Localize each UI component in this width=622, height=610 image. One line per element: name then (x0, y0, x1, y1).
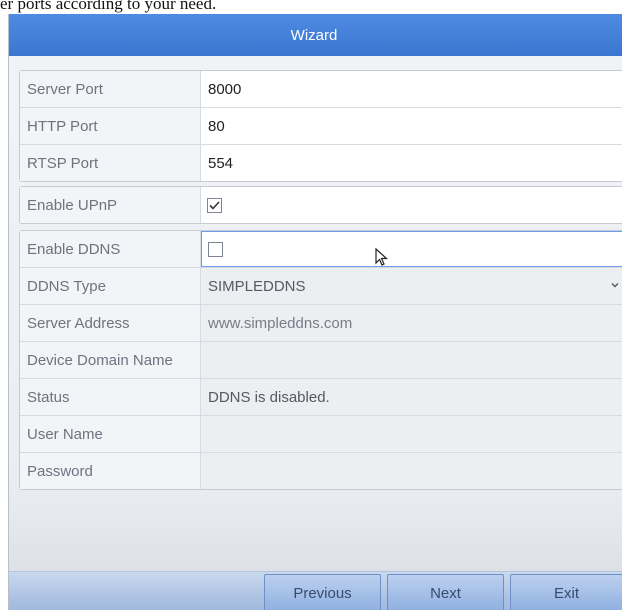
user-name-row: User Name (20, 416, 622, 453)
server-address-input[interactable]: www.simpleddns.com (201, 305, 622, 341)
upnp-checkbox[interactable] (207, 197, 222, 213)
ddns-enable-checkbox[interactable] (208, 241, 223, 257)
server-address-row: Server Address www.simpleddns.com (20, 305, 622, 342)
upnp-group: Enable UPnP (19, 186, 622, 224)
chevron-down-icon (611, 283, 619, 288)
http-port-row: HTTP Port 80 (20, 108, 622, 145)
rtsp-port-input[interactable]: 554 (201, 145, 622, 181)
http-port-label: HTTP Port (20, 108, 201, 144)
ddns-type-select[interactable]: SIMPLEDDNS (201, 268, 622, 304)
device-domain-input[interactable] (201, 342, 622, 378)
device-domain-label: Device Domain Name (20, 342, 201, 378)
ddns-type-row: DDNS Type SIMPLEDDNS (20, 268, 622, 305)
server-address-label: Server Address (20, 305, 201, 341)
upnp-row: Enable UPnP (20, 187, 622, 223)
server-port-label: Server Port (20, 71, 201, 107)
upnp-label: Enable UPnP (20, 187, 201, 223)
status-value: DDNS is disabled. (201, 379, 622, 415)
user-name-label: User Name (20, 416, 201, 452)
status-row: Status DDNS is disabled. (20, 379, 622, 416)
ports-group: Server Port 8000 HTTP Port 80 RTSP Port … (19, 70, 622, 182)
ddns-enable-value (201, 231, 622, 267)
password-row: Password (20, 453, 622, 489)
mouse-pointer-icon (375, 248, 389, 266)
window-title: Wizard (290, 26, 338, 44)
user-name-input[interactable] (201, 416, 622, 452)
rtsp-port-label: RTSP Port (20, 145, 201, 181)
wizard-window: Wizard Server Port 8000 HTTP Port 80 RTS… (8, 14, 622, 610)
status-label: Status (20, 379, 201, 415)
ddns-type-label: DDNS Type (20, 268, 201, 304)
check-icon (209, 200, 220, 210)
server-port-row: Server Port 8000 (20, 71, 622, 108)
previous-button[interactable]: Previous (264, 574, 381, 610)
upnp-value (201, 187, 622, 223)
ddns-group: Enable DDNS DDNS Type SIMPLEDDNS Server … (19, 230, 622, 490)
password-label: Password (20, 453, 201, 489)
ddns-enable-row: Enable DDNS (20, 231, 622, 268)
content-spacer (9, 499, 622, 571)
http-port-input[interactable]: 80 (201, 108, 622, 144)
rtsp-port-row: RTSP Port 554 (20, 145, 622, 181)
ddns-enable-label: Enable DDNS (20, 231, 201, 267)
server-port-input[interactable]: 8000 (201, 71, 622, 107)
exit-button[interactable]: Exit (510, 574, 622, 610)
device-domain-row: Device Domain Name (20, 342, 622, 379)
title-bar: Wizard (9, 14, 622, 56)
password-input[interactable] (201, 453, 622, 489)
document-caption: er ports according to your need. (0, 0, 217, 13)
next-button[interactable]: Next (387, 574, 504, 610)
